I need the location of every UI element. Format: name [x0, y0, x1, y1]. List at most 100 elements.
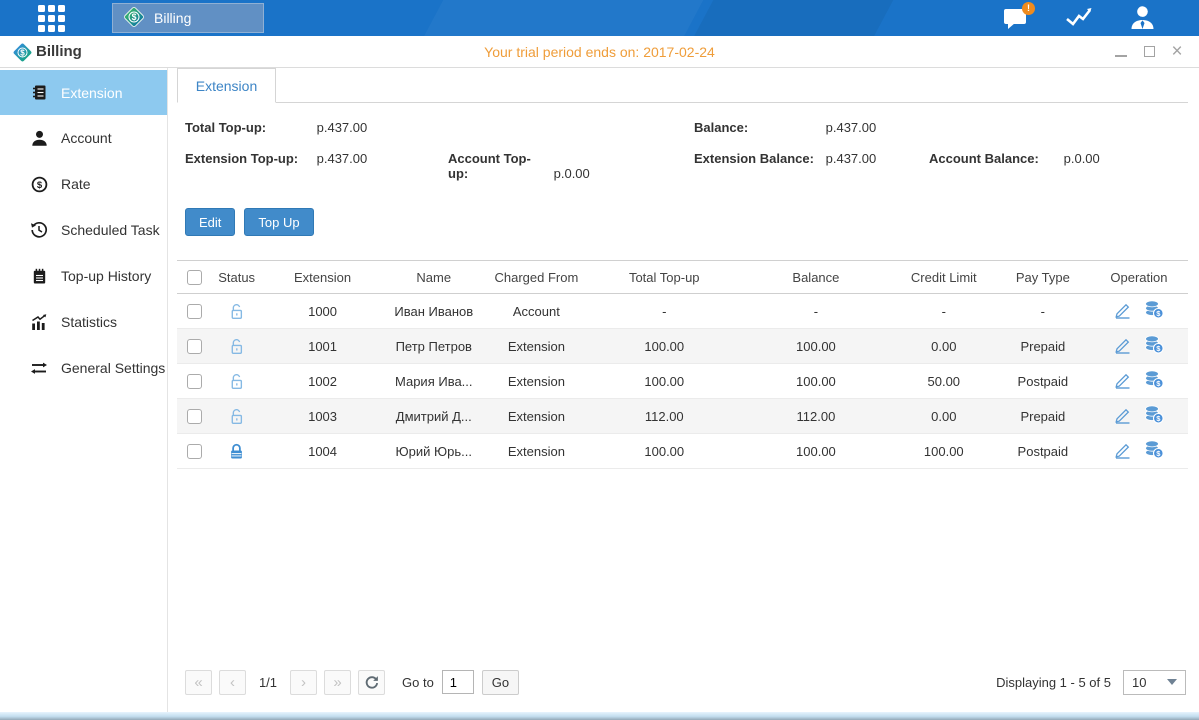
row-checkbox[interactable]: [187, 374, 202, 389]
notification-badge: !: [1022, 2, 1035, 15]
account-balance-value: p.0.00: [1064, 151, 1100, 166]
first-page-button[interactable]: «: [185, 670, 212, 695]
cell-charged-from: Extension: [484, 364, 588, 399]
taskbar-tab-billing[interactable]: $ Billing: [112, 3, 264, 33]
row-checkbox[interactable]: [187, 339, 202, 354]
svg-text:$: $: [36, 179, 42, 190]
account-topup-label: Account Top-up:: [448, 151, 550, 181]
notifications-icon[interactable]: !: [1001, 5, 1031, 32]
user-account-icon[interactable]: [1127, 5, 1157, 32]
tab-extension[interactable]: Extension: [177, 68, 276, 103]
sidebar-item-scheduled-task[interactable]: Scheduled Task: [0, 207, 167, 253]
total-topup-field: Total Top-up: p.437.00: [185, 120, 448, 135]
extension-topup-label: Extension Top-up:: [185, 151, 313, 166]
taskbar-tab-label: Billing: [154, 10, 191, 26]
topup-row-icon[interactable]: $: [1144, 440, 1164, 462]
refresh-button[interactable]: [358, 670, 385, 695]
table-row-extension-1002: 1002Мария Ива...Extension100.00100.0050.…: [177, 364, 1188, 399]
table-row-extension-1003: 1003Дмитрий Д...Extension112.00112.000.0…: [177, 399, 1188, 434]
column-header-credit-limit: Credit Limit: [892, 261, 996, 294]
topup-row-icon[interactable]: $: [1144, 370, 1164, 392]
cell-name: Дмитрий Д...: [383, 399, 484, 434]
history-clock-icon: [30, 221, 48, 239]
topbar-decoration: [406, 0, 714, 36]
app-launcher-icon[interactable]: [38, 5, 65, 32]
row-checkbox[interactable]: [187, 304, 202, 319]
top-up-button[interactable]: Top Up: [244, 208, 313, 236]
close-button[interactable]: ×: [1169, 44, 1185, 60]
topbar-decoration: [676, 0, 904, 36]
cell-operation: $: [1090, 434, 1188, 469]
tab-bar: Extension: [177, 68, 1188, 103]
edit-row-icon[interactable]: [1113, 300, 1132, 322]
status-unlocked-lock-icon: [211, 399, 262, 434]
balance-value: p.437.00: [826, 120, 877, 135]
window-bottom-edge: [0, 712, 1199, 720]
maximize-button[interactable]: [1141, 44, 1157, 60]
pagination-bar: « ‹ 1/1 › » Go to Go Displaying 1 - 5 of…: [177, 666, 1188, 712]
table-row-extension-1001: 1001Петр ПетровExtension100.00100.000.00…: [177, 329, 1188, 364]
sidebar-item-extension[interactable]: Extension: [0, 70, 167, 115]
previous-page-button[interactable]: ‹: [219, 670, 246, 695]
cell-balance: 100.00: [740, 364, 892, 399]
edit-row-icon[interactable]: [1113, 440, 1132, 462]
edit-button[interactable]: Edit: [185, 208, 235, 236]
sidebar-item-topup-history[interactable]: Top-up History: [0, 253, 167, 299]
cell-operation: $: [1090, 294, 1188, 329]
goto-label: Go to: [402, 675, 434, 690]
sidebar-item-rate[interactable]: $Rate: [0, 161, 167, 207]
svg-text:$: $: [132, 12, 137, 22]
displaying-text: Displaying 1 - 5 of 5: [996, 675, 1111, 690]
resource-monitor-icon[interactable]: [1064, 5, 1094, 32]
cell-credit-limit: 50.00: [892, 364, 996, 399]
topup-row-icon[interactable]: $: [1144, 300, 1164, 322]
cell-balance: 100.00: [740, 434, 892, 469]
status-unlocked-lock-icon: [211, 364, 262, 399]
column-header-status: Status: [211, 261, 262, 294]
minimize-button[interactable]: [1113, 44, 1129, 60]
select-all-checkbox[interactable]: [187, 270, 202, 285]
sidebar-item-statistics[interactable]: Statistics: [0, 299, 167, 345]
row-checkbox[interactable]: [187, 409, 202, 424]
column-header-balance: Balance: [740, 261, 892, 294]
cell-extension: 1000: [262, 294, 383, 329]
topup-row-icon[interactable]: $: [1144, 335, 1164, 357]
go-button[interactable]: Go: [482, 670, 519, 695]
chevron-down-icon: [1167, 679, 1177, 685]
edit-row-icon[interactable]: [1113, 405, 1132, 427]
cell-operation: $: [1090, 329, 1188, 364]
edit-row-icon[interactable]: [1113, 335, 1132, 357]
sidebar-item-label: Statistics: [61, 314, 117, 330]
cell-charged-from: Extension: [484, 329, 588, 364]
status-locked-lock-icon: [211, 434, 262, 469]
cell-credit-limit: -: [892, 294, 996, 329]
sidebar-item-label: Account: [61, 130, 112, 146]
window-title: Billing: [36, 43, 82, 60]
account-balance-field: Account Balance: p.0.00: [929, 151, 1188, 181]
cell-credit-limit: 100.00: [892, 434, 996, 469]
last-page-button[interactable]: »: [324, 670, 351, 695]
edit-row-icon[interactable]: [1113, 370, 1132, 392]
goto-page-input[interactable]: [442, 670, 474, 694]
row-checkbox[interactable]: [187, 444, 202, 459]
column-header-total-top-up: Total Top-up: [588, 261, 740, 294]
column-header-pay-type: Pay Type: [996, 261, 1090, 294]
cell-extension: 1001: [262, 329, 383, 364]
table-row-extension-1000: 1000Иван ИвановAccount----$: [177, 294, 1188, 329]
svg-text:$: $: [20, 48, 25, 57]
cell-pay-type: Prepaid: [996, 329, 1090, 364]
topup-row-icon[interactable]: $: [1144, 405, 1164, 427]
top-bar: $ Billing !: [0, 0, 1199, 36]
trial-notice: Your trial period ends on: 2017-02-24: [0, 44, 1199, 60]
cell-extension: 1002: [262, 364, 383, 399]
billing-summary: Total Top-up: p.437.00 Balance: p.437.00…: [177, 120, 1188, 181]
balance-label: Balance:: [694, 120, 822, 135]
column-header-operation: Operation: [1090, 261, 1188, 294]
cell-operation: $: [1090, 399, 1188, 434]
page-size-select[interactable]: 10: [1123, 670, 1186, 695]
next-page-button[interactable]: ›: [290, 670, 317, 695]
cell-total-topup: -: [588, 294, 740, 329]
sidebar-item-general-settings[interactable]: General Settings: [0, 345, 167, 391]
tab-extension-label: Extension: [196, 78, 257, 94]
sidebar-item-account[interactable]: Account: [0, 115, 167, 161]
